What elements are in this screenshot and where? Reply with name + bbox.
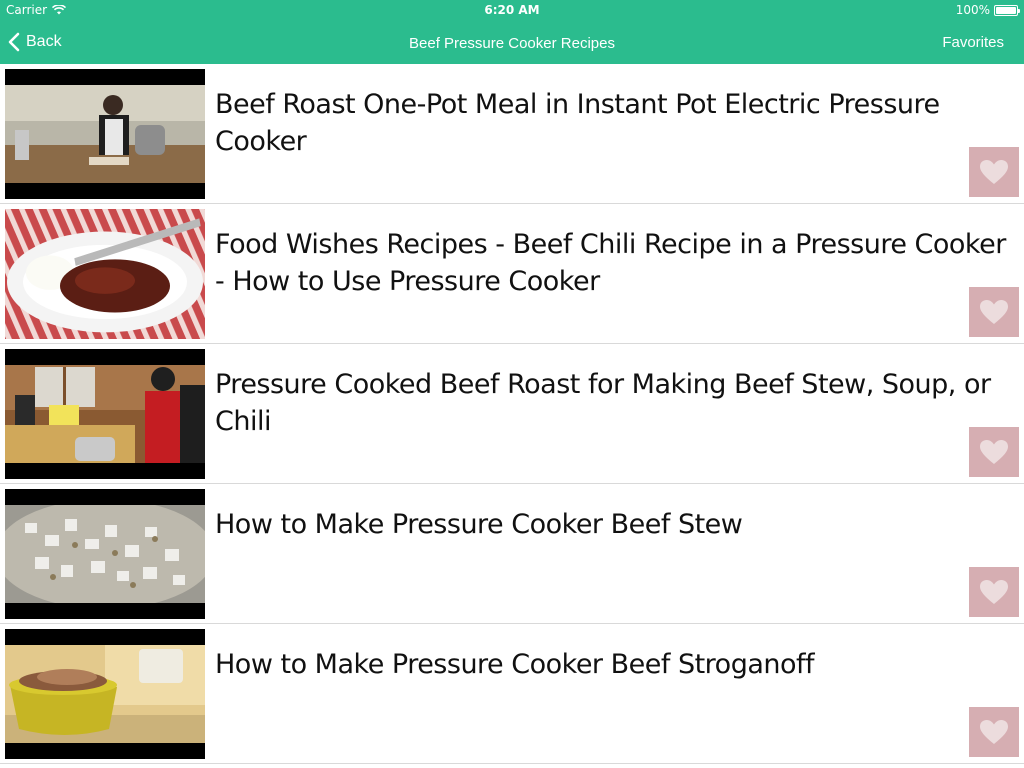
heart-icon [980, 580, 1008, 604]
video-thumbnail[interactable] [5, 629, 205, 759]
video-list: Beef Roast One-Pot Meal in Instant Pot E… [0, 64, 1024, 768]
favorite-button[interactable] [969, 427, 1019, 477]
page-title: Beef Pressure Cooker Recipes [409, 35, 615, 52]
battery-indicator: 100% [955, 0, 1020, 20]
video-title: Pressure Cooked Beef Roast for Making Be… [215, 369, 991, 437]
list-item[interactable]: How to Make Pressure Cooker Beef Strogan… [0, 624, 1024, 764]
favorite-button[interactable] [969, 567, 1019, 617]
video-thumbnail[interactable] [5, 489, 205, 619]
list-item[interactable]: Food Wishes Recipes - Beef Chili Recipe … [0, 204, 1024, 344]
list-item[interactable]: How to Make Pressure Cooker Beef Stew [0, 484, 1024, 624]
navigation-bar: Back Beef Pressure Cooker Recipes Favori… [0, 20, 1024, 64]
heart-icon [980, 440, 1008, 464]
favorite-button[interactable] [969, 287, 1019, 337]
battery-icon [994, 4, 1020, 16]
list-item[interactable]: Pressure Cooked Beef Roast for Making Be… [0, 344, 1024, 484]
battery-percent: 100% [955, 3, 990, 17]
favorite-button[interactable] [969, 147, 1019, 197]
video-thumbnail[interactable] [5, 69, 205, 199]
video-title: Beef Roast One-Pot Meal in Instant Pot E… [215, 89, 940, 157]
video-title: How to Make Pressure Cooker Beef Strogan… [215, 649, 815, 680]
status-bar: Carrier 6:20 AM 100% [0, 0, 1024, 20]
video-title: Food Wishes Recipes - Beef Chili Recipe … [215, 229, 1006, 297]
video-thumbnail[interactable] [5, 349, 205, 479]
heart-icon [980, 720, 1008, 744]
video-title: How to Make Pressure Cooker Beef Stew [215, 509, 743, 540]
header-bar: Carrier 6:20 AM 100% Back Beef Pressure … [0, 0, 1024, 64]
favorites-button[interactable]: Favorites [942, 20, 1004, 66]
favorite-button[interactable] [969, 707, 1019, 757]
list-item[interactable]: Beef Roast One-Pot Meal in Instant Pot E… [0, 64, 1024, 204]
heart-icon [980, 160, 1008, 184]
video-thumbnail[interactable] [5, 209, 205, 339]
clock: 6:20 AM [484, 3, 540, 17]
heart-icon [980, 300, 1008, 324]
